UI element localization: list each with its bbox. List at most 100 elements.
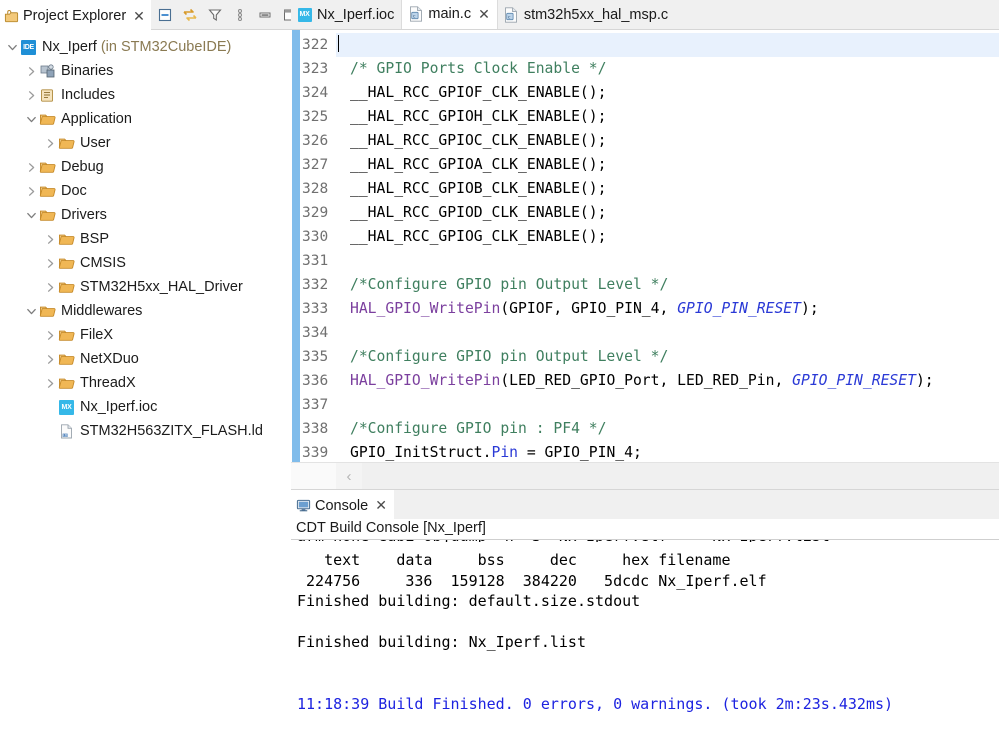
code-line[interactable]: __HAL_RCC_GPIOB_CLK_ENABLE(); [336, 177, 999, 201]
console-output[interactable]: arm-none-eabi-objdump -h -S Nx_Iperf.elf… [291, 540, 999, 748]
editor-horizontal-scrollbar[interactable]: ‹ [291, 462, 999, 489]
line-number: 328 [302, 181, 329, 197]
tree-item-label: Includes [61, 86, 116, 103]
tree-item-netxduo[interactable]: NetXDuo [0, 347, 291, 371]
chevron-right-icon[interactable] [23, 63, 39, 79]
tree-item-user[interactable]: User [0, 131, 291, 155]
tree-item-label: STM32H5xx_HAL_Driver [80, 278, 243, 295]
code-line[interactable]: __HAL_RCC_GPIOD_CLK_ENABLE(); [336, 201, 999, 225]
line-number-gutter: 322 323 324 325 326 327 328 329 330 331 332 333 334 3… [300, 30, 336, 462]
code-line[interactable]: HAL_GPIO_WritePin(GPIOF, GPIO_PIN_4, GPI… [336, 297, 999, 321]
tree-item-threadx[interactable]: ThreadX [0, 371, 291, 395]
tree-item-label: Drivers [61, 206, 107, 223]
tree-item-middlewares[interactable]: Middlewares [0, 299, 291, 323]
view-menu-icon[interactable] [232, 7, 248, 23]
chevron-right-icon[interactable] [42, 327, 58, 343]
tree-item-filex[interactable]: FileX [0, 323, 291, 347]
code-token-fn: HAL_GPIO_WritePin [350, 300, 501, 317]
chevron-right-icon[interactable] [42, 135, 58, 151]
collapse-all-icon[interactable] [157, 7, 173, 23]
chevron-right-icon[interactable] [42, 279, 58, 295]
tree-item-label: Doc [61, 182, 87, 199]
close-icon[interactable]: ✕ [375, 497, 387, 514]
code-line[interactable]: GPIO_InitStruct.Pin = GPIO_PIN_4; [336, 441, 999, 462]
chevron-left-icon[interactable]: ‹ [336, 463, 362, 489]
line-number: 331 [302, 253, 329, 269]
code-line[interactable] [336, 393, 999, 417]
cubemx-file-icon: MX [297, 7, 312, 23]
code-token-fld: Pin [491, 444, 519, 461]
console-tabbar: Console ✕ [291, 490, 999, 519]
editor-tab-main-c[interactable]: c main.c ✕ [401, 0, 498, 29]
chevron-down-icon[interactable] [23, 207, 39, 223]
close-icon[interactable]: ✕ [133, 9, 145, 23]
console-line: Finished building: default.size.stdout [297, 592, 641, 610]
code-line[interactable]: /*Configure GPIO pin Output Level */ [336, 273, 999, 297]
code-line[interactable] [336, 321, 999, 345]
tree-item-includes[interactable]: Includes [0, 83, 291, 107]
tab-console[interactable]: Console ✕ [291, 490, 394, 519]
code-line[interactable] [336, 249, 999, 273]
tab-project-explorer[interactable]: Project Explorer ✕ [0, 0, 151, 30]
chevron-down-icon[interactable] [4, 39, 20, 55]
link-with-editor-icon[interactable] [182, 7, 198, 23]
code-token-txt: __HAL_RCC_GPIOG_CLK_ENABLE(); [350, 228, 607, 245]
tree-item-debug[interactable]: Debug [0, 155, 291, 179]
tree-item-binaries[interactable]: Binaries [0, 59, 291, 83]
tree-item-nx-iperf[interactable]: IDE Nx_Iperf (in STM32CubeIDE) [0, 35, 291, 59]
chevron-down-icon[interactable] [23, 111, 39, 127]
code-line[interactable]: /* GPIO Ports Clock Enable */ [336, 57, 999, 81]
chevron-right-icon[interactable] [42, 351, 58, 367]
tree-item-drivers[interactable]: Drivers [0, 203, 291, 227]
editor-tab-stm32h5xx-hal-msp-c[interactable]: c stm32h5xx_hal_msp.c [498, 0, 675, 29]
chevron-right-icon[interactable] [42, 255, 58, 271]
ide-badge: IDE [21, 39, 36, 55]
line-number: 327 [302, 157, 329, 173]
tree-item-doc[interactable]: Doc [0, 179, 291, 203]
chevron-right-icon[interactable] [23, 87, 39, 103]
console-icon [296, 498, 311, 514]
tree-item-application[interactable]: Application [0, 107, 291, 131]
editor-tab-nx-iperf-ioc[interactable]: MX Nx_Iperf.ioc [291, 0, 401, 29]
tree-item-stm32h563zitx-flash-ld[interactable]: LD STM32H563ZITX_FLASH.ld [0, 419, 291, 443]
console-line: Finished building: Nx_Iperf.list [297, 633, 586, 651]
chevron-right-icon[interactable] [23, 159, 39, 175]
code-lines[interactable]: /* GPIO Ports Clock Enable */ __HAL_RCC_G… [336, 30, 999, 462]
chevron-right-icon[interactable] [42, 375, 58, 391]
tree-item-cmsis[interactable]: CMSIS [0, 251, 291, 275]
close-icon[interactable]: ✕ [478, 7, 490, 21]
tree-item-stm32h5xx-hal-driver[interactable]: STM32H5xx_HAL_Driver [0, 275, 291, 299]
code-line[interactable]: __HAL_RCC_GPIOG_CLK_ENABLE(); [336, 225, 999, 249]
project-explorer-icon [4, 8, 19, 24]
code-line[interactable]: __HAL_RCC_GPIOH_CLK_ENABLE(); [336, 105, 999, 129]
svg-text:LD: LD [63, 433, 68, 437]
line-number: 335 [302, 349, 329, 365]
folder-icon [58, 327, 75, 344]
code-area[interactable]: 322 323 324 325 326 327 328 329 330 331 332 333 334 3… [291, 30, 999, 462]
tree-item-label: User [80, 134, 111, 151]
filter-icon[interactable] [207, 7, 223, 23]
project-explorer-view: Project Explorer ✕ IDE Nx_Iperf (in STM3… [0, 0, 296, 748]
chevron-right-icon[interactable] [42, 231, 58, 247]
ide-window: Project Explorer ✕ IDE Nx_Iperf (in STM3… [0, 0, 999, 748]
code-line[interactable]: /*Configure GPIO pin Output Level */ [336, 345, 999, 369]
scrollbar-track[interactable] [362, 463, 999, 489]
chevron-right-icon[interactable] [23, 183, 39, 199]
tree-item-nx-iperf-ioc[interactable]: MX Nx_Iperf.ioc [0, 395, 291, 419]
minimize-icon[interactable] [257, 7, 273, 23]
code-editor[interactable]: 322 323 324 325 326 327 328 329 330 331 332 333 334 3… [291, 30, 999, 489]
project-tree[interactable]: IDE Nx_Iperf (in STM32CubeIDE) Binaries Inc… [0, 30, 291, 748]
code-token-cmt: /*Configure GPIO pin : PF4 */ [350, 420, 607, 437]
code-line[interactable]: __HAL_RCC_GPIOA_CLK_ENABLE(); [336, 153, 999, 177]
chevron-down-icon[interactable] [23, 303, 39, 319]
line-number: 332 [302, 277, 329, 293]
code-line[interactable]: HAL_GPIO_WritePin(LED_RED_GPIO_Port, LED… [336, 369, 999, 393]
code-line[interactable]: /*Configure GPIO pin : PF4 */ [336, 417, 999, 441]
code-line[interactable] [336, 33, 999, 57]
tree-item-bsp[interactable]: BSP [0, 227, 291, 251]
code-line[interactable]: __HAL_RCC_GPIOC_CLK_ENABLE(); [336, 129, 999, 153]
code-line[interactable]: __HAL_RCC_GPIOF_CLK_ENABLE(); [336, 81, 999, 105]
